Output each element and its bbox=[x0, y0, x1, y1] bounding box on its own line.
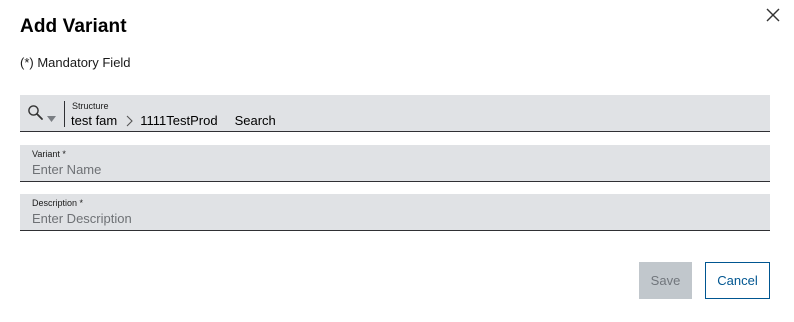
structure-search-link[interactable]: Search bbox=[235, 113, 276, 129]
close-icon[interactable] bbox=[762, 4, 784, 26]
description-field-label: Description * bbox=[32, 198, 84, 208]
structure-divider bbox=[64, 101, 65, 127]
add-variant-dialog: Add Variant (*) Mandatory Field Structur… bbox=[0, 0, 794, 322]
variant-field: Variant * bbox=[20, 145, 770, 182]
magnifier-icon bbox=[27, 104, 45, 127]
description-field: Description * bbox=[20, 194, 770, 231]
structure-label: Structure bbox=[72, 101, 109, 111]
description-input[interactable] bbox=[32, 210, 752, 227]
structure-breadcrumb: test fam 1111TestProd Search bbox=[71, 113, 276, 129]
structure-search-dropdown[interactable] bbox=[20, 95, 64, 131]
dialog-title: Add Variant bbox=[20, 16, 127, 37]
variant-field-label: Variant * bbox=[32, 149, 66, 159]
chevron-right-icon bbox=[125, 115, 134, 127]
variant-name-input[interactable] bbox=[32, 161, 752, 178]
breadcrumb-item-1111testprod[interactable]: 1111TestProd bbox=[140, 113, 217, 129]
mandatory-field-note: (*) Mandatory Field bbox=[20, 55, 131, 70]
breadcrumb-item-test-fam[interactable]: test fam bbox=[71, 113, 117, 129]
save-button[interactable]: Save bbox=[639, 262, 692, 299]
structure-selector: Structure test fam 1111TestProd Search bbox=[20, 95, 770, 132]
cancel-button[interactable]: Cancel bbox=[705, 262, 770, 299]
caret-down-icon bbox=[47, 110, 56, 128]
